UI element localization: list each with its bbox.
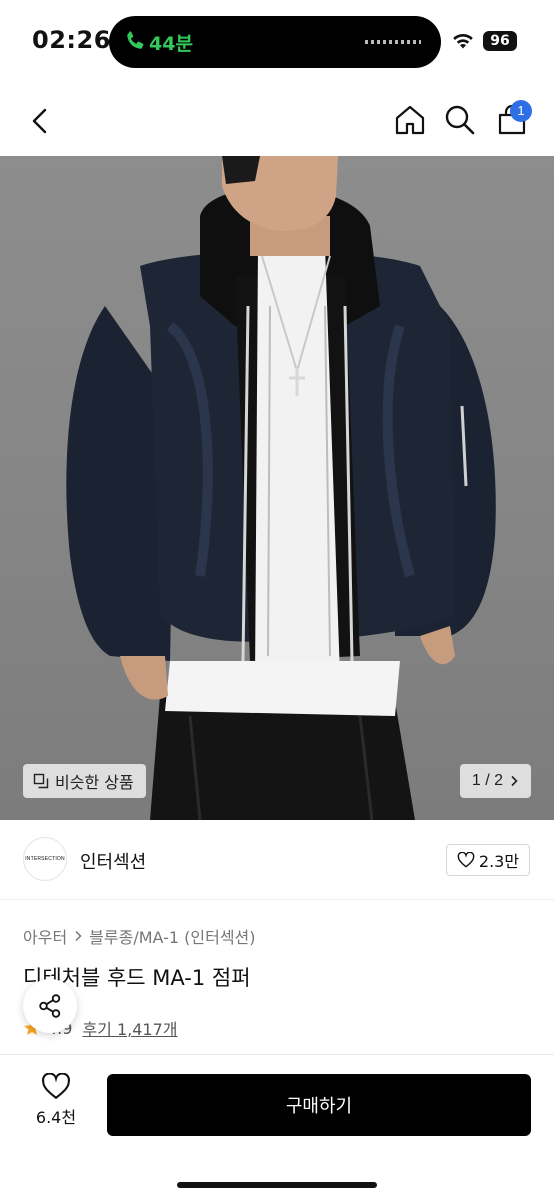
wishlist-count: 6.4천 [35, 1108, 77, 1127]
chevron-right-icon [75, 930, 82, 942]
buy-button[interactable]: 구매하기 [107, 1074, 531, 1136]
brand-row: INTERSECTION 인터섹션 2.3만 [0, 820, 554, 900]
call-duration: 44분 [149, 33, 193, 55]
brand-logo[interactable]: INTERSECTION [23, 837, 67, 881]
wishlist-button[interactable]: 6.4천 [22, 1073, 90, 1137]
bottom-action-bar: 6.4천 구매하기 [0, 1054, 554, 1200]
battery-indicator: 96 [483, 31, 517, 51]
audio-wave-icon [365, 40, 421, 44]
wifi-icon [453, 33, 473, 49]
breadcrumb-category[interactable]: 아우터 [23, 924, 67, 948]
chevron-right-icon [511, 775, 518, 787]
heart-icon [457, 852, 475, 868]
brand-like-button[interactable]: 2.3만 [446, 844, 530, 876]
home-icon[interactable] [394, 104, 426, 136]
share-button[interactable] [23, 979, 77, 1033]
similar-products-button[interactable]: 비슷한 상품 [23, 764, 146, 798]
status-time: 02:26 [32, 26, 111, 54]
image-pager-count: 1 / 2 [471, 772, 504, 789]
product-photo [66, 156, 496, 820]
breadcrumb: 아우터 블루종/MA-1 (인터섹션) [23, 924, 256, 948]
phone-icon [127, 31, 144, 49]
breadcrumb-subcategory[interactable]: 블루종/MA-1 (인터섹션) [89, 924, 255, 948]
brand-like-count: 2.3만 [478, 852, 520, 871]
status-bar: 02:26 44분 96 [0, 0, 554, 84]
cart-badge: 1 [510, 100, 532, 122]
heart-icon [42, 1073, 70, 1100]
share-icon [39, 994, 61, 1018]
image-pager-button[interactable]: 1 / 2 [460, 764, 531, 798]
brand-name[interactable]: 인터섹션 [80, 848, 146, 874]
top-nav-bar [0, 84, 554, 156]
back-chevron-icon[interactable] [26, 106, 54, 136]
copy-squares-icon [33, 773, 49, 789]
review-link[interactable]: 후기 1,417개 [82, 1016, 177, 1040]
product-image-carousel[interactable]: 비슷한 상품 1 / 2 [0, 156, 554, 820]
dynamic-island[interactable]: 44분 [109, 16, 441, 68]
home-indicator [177, 1182, 377, 1188]
similar-products-label: 비슷한 상품 [55, 773, 134, 792]
search-icon[interactable] [444, 104, 476, 136]
